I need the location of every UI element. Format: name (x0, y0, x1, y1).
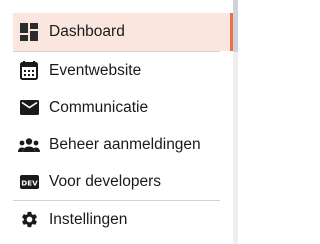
people-icon (18, 134, 40, 156)
sidebar-item-label: Instellingen (49, 210, 128, 228)
sidebar-item-communicatie[interactable]: Communicatie (0, 89, 233, 126)
mail-icon (18, 97, 40, 119)
gear-icon (18, 209, 40, 231)
sidebar-item-label: Eventwebsite (49, 61, 142, 79)
sidebar-item-voor-developers[interactable]: DEV Voor developers (0, 163, 233, 200)
calendar-icon (18, 60, 40, 82)
sidebar-item-dashboard[interactable]: Dashboard (13, 13, 233, 51)
sidebar-item-eventwebsite[interactable]: Eventwebsite (0, 52, 233, 89)
dashboard-icon (18, 21, 40, 43)
sidebar-panel: Dashboard Eventwebsite Communicatie Behe… (0, 0, 238, 244)
sidebar-item-instellingen[interactable]: Instellingen (0, 201, 233, 238)
svg-text:DEV: DEV (21, 178, 38, 187)
sidebar-nav: Dashboard Eventwebsite Communicatie Behe… (0, 13, 233, 238)
sidebar-item-label: Voor developers (49, 172, 162, 190)
scrollbar[interactable] (233, 0, 238, 244)
dev-icon: DEV (18, 171, 40, 193)
sidebar-item-label: Communicatie (49, 98, 149, 116)
scrollbar-thumb[interactable] (233, 0, 238, 52)
sidebar-item-label: Dashboard (49, 23, 125, 40)
sidebar-item-beheer-aanmeldingen[interactable]: Beheer aanmeldingen (0, 126, 233, 163)
sidebar-item-label: Beheer aanmeldingen (49, 135, 201, 153)
